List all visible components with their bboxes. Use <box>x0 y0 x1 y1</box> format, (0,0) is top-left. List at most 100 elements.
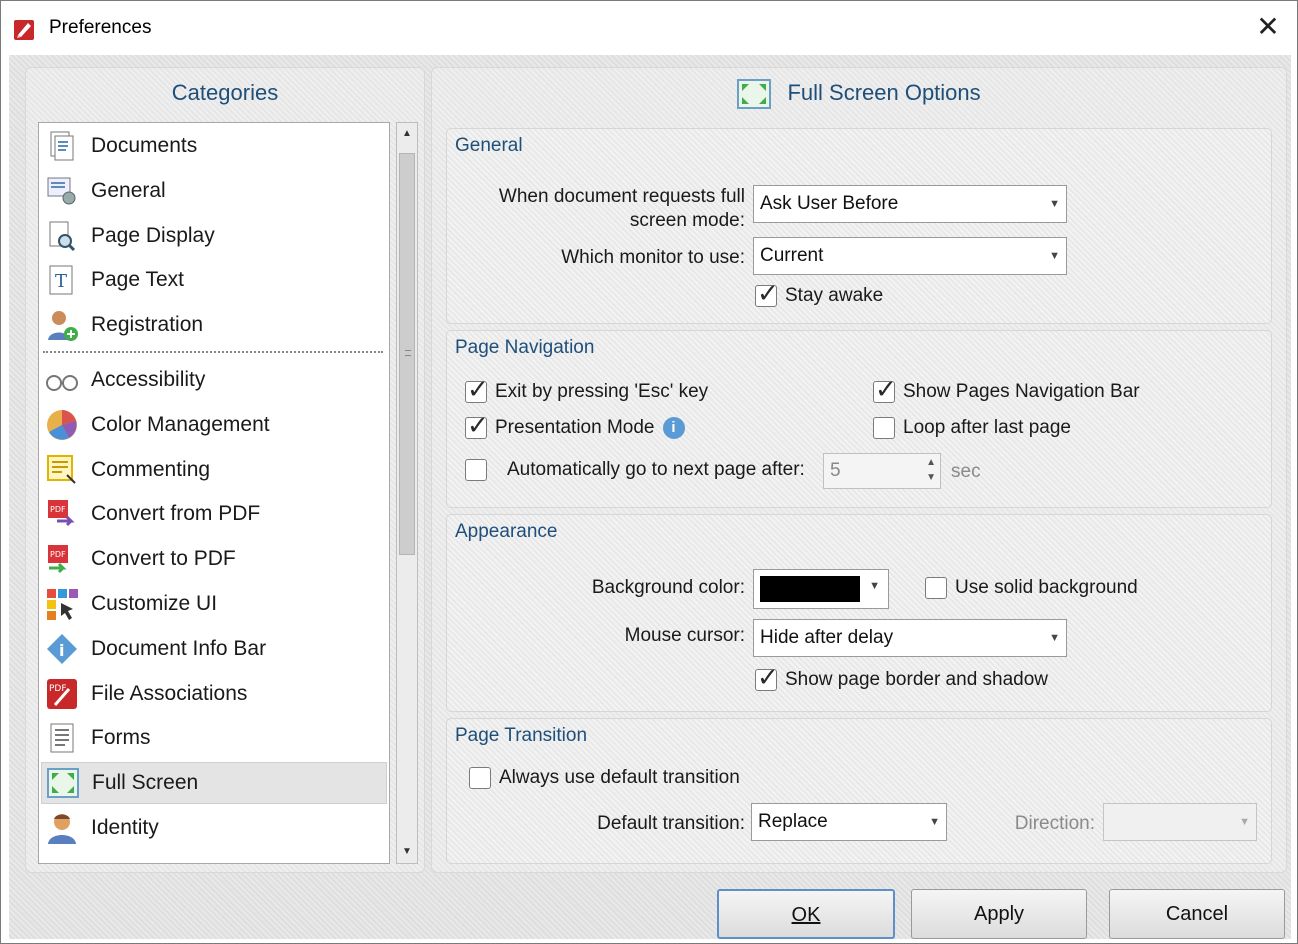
apply-button[interactable]: Apply <box>911 889 1087 939</box>
page-text-icon: T <box>49 265 73 295</box>
category-documents[interactable]: Documents <box>41 125 387 167</box>
default-transition-label: Default transition: <box>597 813 745 834</box>
general-group: General When document requests full scre… <box>446 128 1272 324</box>
presentation-mode-checkbox[interactable]: Presentation Mode i <box>465 410 685 441</box>
background-color-picker[interactable]: ▼ <box>753 569 889 609</box>
category-label: Forms <box>91 726 151 750</box>
ok-button-label: OK <box>791 904 821 926</box>
stay-awake-checkbox[interactable]: Stay awake <box>755 278 883 309</box>
auto-next-label: Automatically go to next page after: <box>507 459 805 480</box>
svg-text:PDF: PDF <box>50 550 66 559</box>
checkbox-icon <box>465 410 489 441</box>
general-group-title: General <box>455 135 523 156</box>
list-separator <box>43 351 383 353</box>
dialog-body: Categories Documents General Page Display T… <box>9 55 1291 939</box>
title-bar: Preferences ✕ <box>1 1 1297 55</box>
checkbox-icon <box>925 577 947 599</box>
category-customize-ui[interactable]: Customize UI <box>41 583 387 625</box>
chevron-down-icon: ▼ <box>929 816 940 828</box>
show-nav-bar-checkbox[interactable]: Show Pages Navigation Bar <box>873 374 1140 405</box>
scroll-thumb[interactable] <box>399 153 415 555</box>
file-associations-icon: PDF <box>47 678 77 709</box>
category-convert-to-pdf[interactable]: PDF Convert to PDF <box>41 538 387 580</box>
category-page-text[interactable]: T Page Text <box>41 259 387 301</box>
category-label: File Associations <box>91 681 248 705</box>
appearance-group: Appearance Background color: ▼ Use solid… <box>446 514 1272 712</box>
checkbox-icon <box>873 374 897 405</box>
exit-esc-checkbox[interactable]: Exit by pressing 'Esc' key <box>465 374 709 405</box>
category-document-info-bar[interactable]: i Document Info Bar <box>41 628 387 670</box>
presentation-mode-label: Presentation Mode <box>495 417 655 438</box>
category-full-screen[interactable]: Full Screen <box>41 762 387 805</box>
close-button[interactable]: ✕ <box>1253 13 1283 43</box>
page-navigation-group-title: Page Navigation <box>455 337 595 358</box>
window-title: Preferences <box>49 17 152 38</box>
auto-next-seconds-input[interactable]: 5 ▲ ▼ <box>823 453 941 489</box>
always-default-transition-checkbox[interactable]: Always use default transition <box>469 767 740 789</box>
svg-text:T: T <box>55 271 67 292</box>
chevron-down-icon: ▼ <box>1049 250 1060 262</box>
grip-icon <box>405 350 411 356</box>
chevron-down-icon: ▼ <box>1049 198 1060 210</box>
category-label: Accessibility <box>91 368 206 391</box>
page-transition-group-title: Page Transition <box>455 725 588 746</box>
checkbox-icon <box>469 767 491 789</box>
auto-next-seconds-value: 5 <box>830 460 841 481</box>
auto-next-checkbox[interactable]: Automatically go to next page after: <box>465 459 805 481</box>
monitor-label: Which monitor to use: <box>561 247 745 268</box>
loop-checkbox[interactable]: Loop after last page <box>873 417 1071 439</box>
spinner-arrows-icon[interactable]: ▲ ▼ <box>926 455 936 485</box>
monitor-select[interactable]: Current ▼ <box>753 237 1067 275</box>
border-shadow-checkbox[interactable]: Show page border and shadow <box>755 662 1048 693</box>
info-icon[interactable]: i <box>662 417 685 439</box>
category-registration[interactable]: Registration <box>41 304 387 346</box>
options-header: Full Screen Options <box>432 68 1286 118</box>
apply-button-label: Apply <box>973 903 1025 925</box>
category-file-associations[interactable]: PDF File Associations <box>41 673 387 715</box>
full-screen-request-select[interactable]: Ask User Before ▼ <box>753 185 1067 223</box>
scroll-down-arrow-icon[interactable]: ▼ <box>397 841 417 863</box>
category-label: Identity <box>91 816 159 839</box>
background-color-label: Background color: <box>591 577 745 598</box>
category-label: Document Info Bar <box>91 636 267 660</box>
category-general[interactable]: General <box>41 170 387 212</box>
category-color-management[interactable]: Color Management <box>41 404 387 446</box>
category-label: Customize UI <box>91 592 218 615</box>
chevron-down-icon: ▼ <box>869 580 880 592</box>
category-identity[interactable]: Identity <box>41 807 387 849</box>
identity-icon <box>48 814 76 844</box>
default-transition-select[interactable]: Replace ▼ <box>751 803 947 841</box>
cancel-button[interactable]: Cancel <box>1109 889 1285 939</box>
page-display-icon <box>49 221 76 251</box>
category-accessibility[interactable]: Accessibility <box>41 359 387 401</box>
category-page-display[interactable]: Page Display <box>41 215 387 257</box>
show-nav-bar-label: Show Pages Navigation Bar <box>903 381 1140 402</box>
checkbox-icon <box>755 662 779 693</box>
accessibility-icon <box>46 375 78 391</box>
exit-esc-label: Exit by pressing 'Esc' key <box>495 381 709 402</box>
categories-scrollbar[interactable]: ▲ ▼ <box>396 122 418 864</box>
direction-label: Direction: <box>1014 813 1095 834</box>
chevron-down-icon: ▼ <box>1239 816 1250 828</box>
options-panel: Full Screen Options General When documen… <box>431 67 1287 873</box>
direction-select[interactable]: ▼ <box>1103 803 1257 841</box>
category-commenting[interactable]: Commenting <box>41 449 387 491</box>
category-forms[interactable]: Forms <box>41 717 387 759</box>
svg-text:PDF: PDF <box>49 684 67 694</box>
category-label: Page Display <box>91 223 215 247</box>
mouse-cursor-label: Mouse cursor: <box>624 625 745 646</box>
document-info-bar-icon: i <box>47 633 77 664</box>
category-label: Page Text <box>91 268 185 292</box>
mouse-cursor-select[interactable]: Hide after delay ▼ <box>753 619 1067 657</box>
background-color-chip <box>760 576 860 602</box>
category-convert-from-pdf[interactable]: PDF Convert from PDF <box>41 493 387 535</box>
full-screen-request-value: Ask User Before <box>760 193 899 214</box>
page-navigation-group: Page Navigation Exit by pressing 'Esc' k… <box>446 330 1272 508</box>
solid-background-checkbox[interactable]: Use solid background <box>925 577 1138 599</box>
options-header-label: Full Screen Options <box>787 80 981 105</box>
checkbox-icon <box>465 374 489 405</box>
commenting-icon <box>47 454 76 484</box>
loop-label: Loop after last page <box>903 417 1071 438</box>
ok-button[interactable]: OK <box>717 889 895 939</box>
scroll-up-arrow-icon[interactable]: ▲ <box>397 123 417 145</box>
